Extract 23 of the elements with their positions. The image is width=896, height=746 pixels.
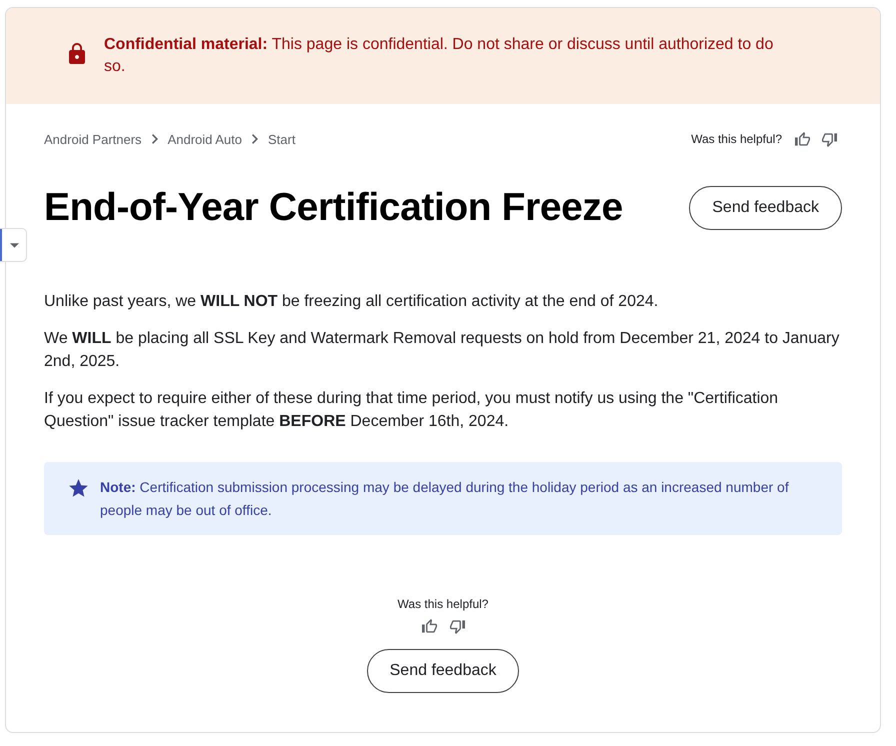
breadcrumb-link[interactable]: Start [268,132,296,146]
send-feedback-button[interactable]: Send feedback [689,186,842,230]
body-paragraph: Unlike past years, we WILL NOT be freezing all certification activity at the end of 2024. [44,292,660,312]
lock-icon [69,43,85,64]
chevron-right-icon [152,134,158,144]
helpful-prompt: Was this helpful? [691,132,782,146]
thumbs-up-icon[interactable] [795,132,810,146]
caret-icon [10,242,19,248]
dropdown-button[interactable] [0,228,27,262]
send-feedback-button[interactable]: Send feedback [366,649,520,693]
star-icon [69,479,88,497]
breadcrumb-link[interactable]: Android Partners [44,132,142,146]
thumbs-up-icon[interactable] [422,619,436,634]
body-paragraph: If you expect to require either of these during that time period, you must notify us using the "Certification Question" issue tracker template BEFORE December 16th, 2024. [44,389,780,432]
confidential-notice: Confidential material: This page is confidential. Do not share or discuss until authorized to do so. [104,35,774,77]
body-paragraph: We WILL be placing all SSL Key and Watermark Removal requests on hold from December 21, 2024 to January 2nd, 2025. [44,329,840,372]
helpful-prompt: Was this helpful? [398,597,488,611]
note-text: Note: Certification submission processing may be delayed during the holiday period as an increased number of people may be out of office. [100,478,790,520]
chevron-right-icon [252,134,258,144]
page-title: End-of-Year Certification Freeze [44,186,623,230]
thumbs-down-icon[interactable] [450,619,464,634]
thumbs-down-icon[interactable] [822,132,837,146]
breadcrumb-link[interactable]: Android Auto [168,132,242,146]
